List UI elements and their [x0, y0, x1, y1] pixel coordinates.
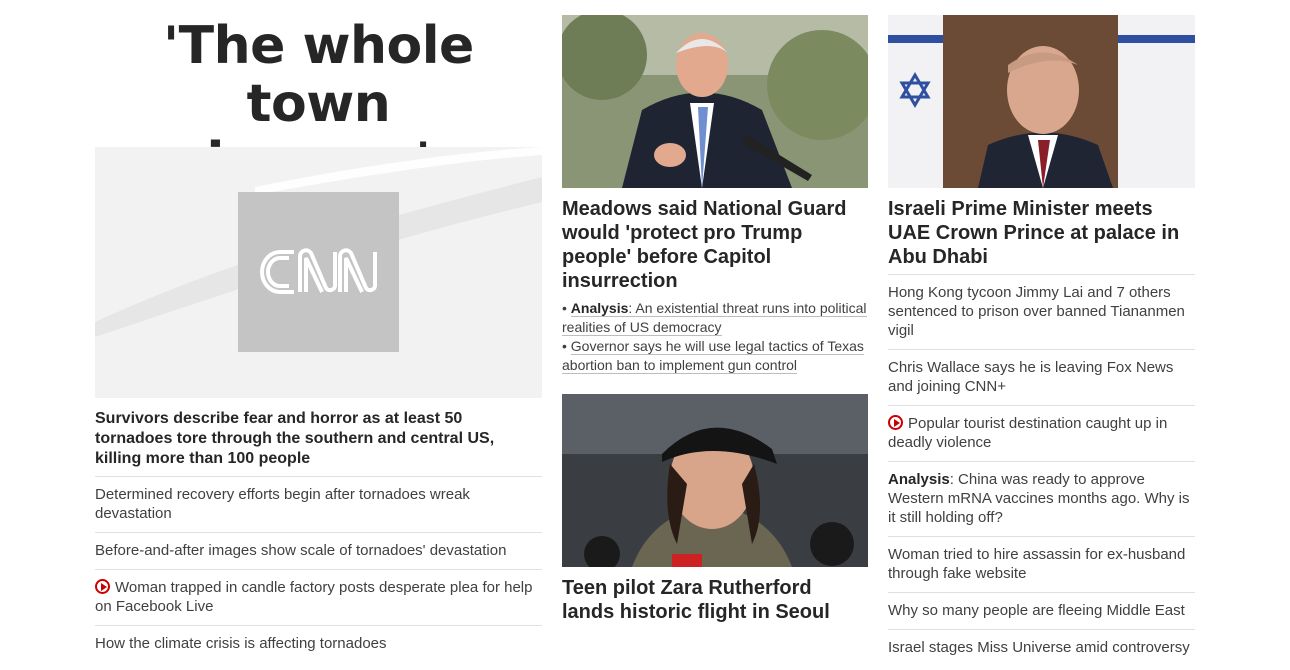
related-link-text: Governor says he will use legal tactics … [562, 338, 864, 374]
zara-photo[interactable] [562, 394, 868, 567]
list-item[interactable]: Woman tried to hire assassin for ex-husb… [888, 536, 1195, 592]
list-item[interactable]: How the climate crisis is affecting torn… [95, 625, 542, 662]
related-link[interactable]: • Governor says he will use legal tactic… [562, 337, 868, 375]
meadows-photo-illustration [562, 15, 868, 188]
bennett-photo[interactable] [888, 15, 1195, 188]
list-item[interactable]: Analysis: China was ready to approve Wes… [888, 461, 1195, 536]
middle-column: Meadows said National Guard would 'prote… [562, 15, 868, 623]
meadows-headline[interactable]: Meadows said National Guard would 'prote… [562, 197, 868, 293]
analysis-label: Analysis [888, 471, 950, 488]
list-item[interactable]: Popular tourist destination caught up in… [888, 405, 1195, 461]
left-related-list: Determined recovery efforts begin after … [95, 476, 542, 662]
list-item[interactable]: Chris Wallace says he is leaving Fox New… [888, 349, 1195, 405]
list-item[interactable]: Determined recovery efforts begin after … [95, 476, 542, 532]
list-item[interactable]: Woman trapped in candle factory posts de… [95, 569, 542, 625]
main-headline[interactable]: Survivors describe fear and horror as at… [95, 409, 542, 469]
cnn-logo-icon [259, 248, 377, 294]
related-link[interactable]: • Analysis: An existential threat runs i… [562, 299, 868, 337]
list-item-text: Chris Wallace says he is leaving Fox New… [888, 359, 1174, 395]
left-column: 'The whole town is gone' Survivors descr… [95, 15, 542, 652]
list-item-text: Popular tourist destination caught up in… [888, 415, 1168, 451]
list-item[interactable]: Hong Kong tycoon Jimmy Lai and 7 others … [888, 274, 1195, 349]
list-item-text: Determined recovery efforts begin after … [95, 486, 470, 522]
right-related-list: Hong Kong tycoon Jimmy Lai and 7 others … [888, 274, 1195, 666]
list-item-text: Before-and-after images show scale of to… [95, 542, 507, 559]
cnn-logo [238, 192, 399, 352]
list-item-text: Woman trapped in candle factory posts de… [95, 579, 533, 615]
list-item-text: Israel stages Miss Universe amid controv… [888, 639, 1190, 656]
play-video-icon [888, 415, 903, 430]
list-item-text: Hong Kong tycoon Jimmy Lai and 7 others … [888, 284, 1185, 339]
zara-photo-illustration [562, 394, 868, 567]
hero-image[interactable] [95, 147, 542, 398]
meadows-related-list: • Analysis: An existential threat runs i… [562, 299, 868, 375]
list-item-text: How the climate crisis is affecting torn… [95, 635, 387, 652]
zara-headline[interactable]: Teen pilot Zara Rutherford lands histori… [562, 576, 868, 624]
meadows-photo[interactable] [562, 15, 868, 188]
list-item-text: Why so many people are fleeing Middle Ea… [888, 602, 1185, 619]
banner-line-1: 'The whole town [163, 16, 474, 134]
play-video-icon [95, 579, 110, 594]
analysis-label: Analysis [570, 300, 629, 316]
bennett-headline[interactable]: Israeli Prime Minister meets UAE Crown P… [888, 197, 1195, 269]
list-item-text: Woman tried to hire assassin for ex-husb… [888, 546, 1186, 582]
right-column: Israeli Prime Minister meets UAE Crown P… [888, 15, 1195, 656]
list-item[interactable]: Why so many people are fleeing Middle Ea… [888, 592, 1195, 629]
list-item[interactable]: Israel stages Miss Universe amid controv… [888, 629, 1195, 666]
bennett-photo-illustration [888, 15, 1195, 188]
list-item[interactable]: Before-and-after images show scale of to… [95, 532, 542, 569]
